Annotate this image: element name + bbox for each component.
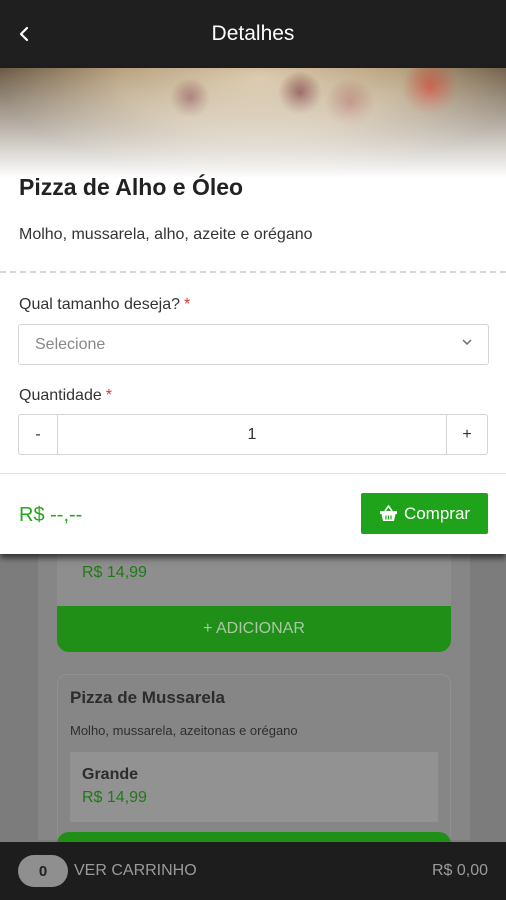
product-card-title: Pizza de Mussarela bbox=[70, 688, 225, 707]
app-header: Detalhes bbox=[0, 0, 506, 68]
cart-count-badge: 0 bbox=[18, 855, 68, 887]
size-option[interactable] bbox=[70, 752, 438, 822]
divider bbox=[0, 271, 506, 273]
size-label-text: Qual tamanho deseja? bbox=[19, 296, 180, 313]
increment-button[interactable]: + bbox=[447, 415, 487, 454]
buy-button-label: Comprar bbox=[403, 503, 471, 523]
chevron-down-icon bbox=[462, 339, 472, 345]
size-label: Qual tamanho deseja? * bbox=[19, 296, 190, 314]
item-price: R$ 14,99 bbox=[82, 564, 147, 581]
quantity-label: Quantidade * bbox=[19, 387, 112, 405]
product-card-description: Molho, mussarela, azeitonas e orégano bbox=[70, 723, 298, 738]
chevron-left-icon[interactable] bbox=[14, 20, 36, 48]
cart-total: R$ 0,00 bbox=[431, 862, 488, 879]
product-image bbox=[0, 68, 506, 178]
product-name: Pizza de Alho e Óleo bbox=[19, 174, 244, 200]
buy-button[interactable]: Comprar bbox=[361, 493, 488, 534]
size-option-label: Grande bbox=[82, 766, 139, 783]
size-option-price: R$ 14,99 bbox=[82, 789, 147, 806]
divider bbox=[0, 473, 506, 474]
required-mark: * bbox=[184, 296, 191, 313]
quantity-stepper: - 1 + bbox=[18, 414, 488, 455]
quantity-label-text: Quantidade bbox=[19, 387, 102, 404]
total-price: R$ --,-- bbox=[19, 504, 83, 526]
basket-icon bbox=[379, 505, 397, 521]
cart-bar[interactable]: 0 VER CARRINHO R$ 0,00 bbox=[0, 842, 506, 900]
size-select[interactable]: Selecione bbox=[18, 324, 489, 365]
product-description: Molho, mussarela, alho, azeite e orégano bbox=[19, 226, 313, 243]
size-select-placeholder: Selecione bbox=[35, 335, 106, 353]
page-title: Detalhes bbox=[211, 22, 295, 45]
required-mark: * bbox=[105, 387, 112, 404]
product-detail-sheet: Pizza de Alho e Óleo Molho, mussarela, a… bbox=[0, 68, 506, 554]
quantity-input[interactable]: 1 bbox=[57, 415, 447, 454]
add-button[interactable]: + ADICIONAR bbox=[57, 606, 451, 652]
decrement-button[interactable]: - bbox=[19, 415, 57, 454]
view-cart-link[interactable]: VER CARRINHO bbox=[74, 862, 197, 880]
